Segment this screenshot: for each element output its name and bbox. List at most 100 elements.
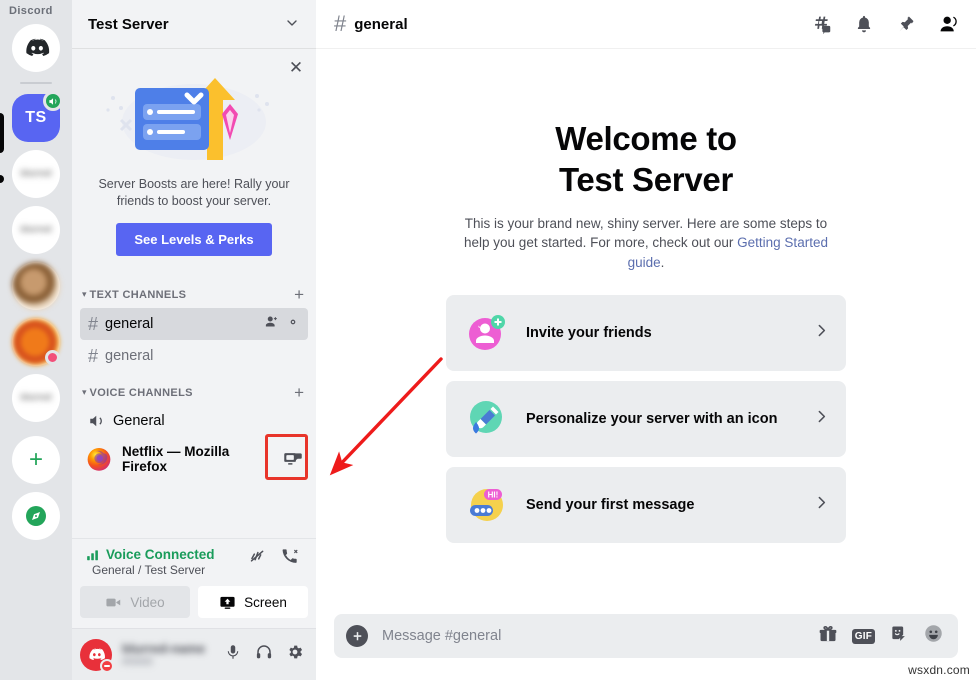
sidebar-item-server-3[interactable]: blurred <box>12 206 60 254</box>
user-discriminator: #0000 <box>122 656 153 668</box>
hash-icon: # <box>88 314 99 334</box>
channel-name: General <box>113 413 165 429</box>
chevron-down-icon <box>284 15 300 34</box>
paintbrush-icon <box>466 398 508 440</box>
sticker-icon[interactable] <box>889 624 909 649</box>
gift-icon[interactable] <box>818 624 838 649</box>
voice-connected-panel: Voice Connected General / Test Server Vi… <box>72 538 316 628</box>
user-account-panel: blurred-name #0000 <box>72 628 316 680</box>
members-icon[interactable] <box>938 13 960 35</box>
emoji-icon[interactable] <box>923 623 944 649</box>
dnd-status-icon <box>100 658 114 673</box>
channel-name: general <box>105 316 154 332</box>
chevron-down-icon: ▾ <box>82 387 87 397</box>
pin-icon[interactable] <box>896 14 916 34</box>
send-first-message-card[interactable]: HI! Send your first message <box>446 466 846 543</box>
gif-picker-button[interactable]: GIF <box>851 628 875 644</box>
message-input[interactable] <box>382 628 804 644</box>
invite-friends-card[interactable]: Invite your friends <box>446 294 846 371</box>
chevron-right-icon <box>813 408 830 430</box>
voice-active-badge <box>43 91 63 111</box>
message-input-container: GIF <box>334 614 958 658</box>
hash-icon: # <box>88 346 99 366</box>
signal-bars-icon <box>87 549 98 560</box>
sidebar-item-server-4[interactable] <box>12 262 60 310</box>
chevron-right-icon <box>813 322 830 344</box>
chevron-down-icon: ▾ <box>82 289 87 299</box>
unread-server-indicator <box>0 175 4 183</box>
voice-status-line: Voice Connected <box>86 547 215 562</box>
active-server-indicator <box>0 113 4 153</box>
user-control-icons <box>224 643 308 666</box>
noise-suppression-icon[interactable] <box>248 547 267 571</box>
voice-channel-location: General / Test Server <box>92 563 206 577</box>
plus-icon <box>353 631 361 640</box>
category-text-channels[interactable]: ▾ TEXT CHANNELS + <box>72 274 316 307</box>
video-camera-icon <box>106 598 121 606</box>
video-button[interactable]: Video <box>80 586 190 618</box>
server-rail: TS blurred blurred blurred + <box>0 0 72 680</box>
compass-icon <box>26 506 46 526</box>
category-label-group: ▾ TEXT CHANNELS <box>82 289 186 301</box>
see-levels-and-perks-button[interactable]: See Levels & Perks <box>116 223 272 256</box>
welcome-heading: Welcome to Test Server <box>555 119 737 200</box>
threads-icon[interactable] <box>811 14 832 35</box>
server-home-button[interactable] <box>12 24 60 72</box>
channel-list: ▾ TEXT CHANNELS + # general # general ▾ … <box>72 266 316 538</box>
channel-item-general-voice[interactable]: General <box>80 406 308 436</box>
close-promo-button[interactable]: ✕ <box>286 58 306 78</box>
personalize-server-card[interactable]: Personalize your server with an icon <box>446 380 846 457</box>
explore-servers-button[interactable] <box>12 492 60 540</box>
screen-share-button[interactable] <box>280 445 306 473</box>
card-label: Personalize your server with an icon <box>526 410 778 427</box>
add-text-channel-button[interactable]: + <box>294 286 308 303</box>
voice-status-block: Voice Connected General / Test Server <box>86 547 215 577</box>
bell-icon[interactable] <box>854 14 874 34</box>
add-server-button[interactable]: + <box>12 436 60 484</box>
channel-hover-actions <box>264 314 300 334</box>
channel-settings-gear-icon[interactable] <box>286 315 300 334</box>
voice-status-row: Voice Connected General / Test Server <box>80 547 308 577</box>
streaming-app-row: Netflix — Mozilla Firefox <box>72 434 316 484</box>
channel-name: general <box>105 348 154 364</box>
promo-text: Server Boosts are here! Rally your frien… <box>98 177 290 208</box>
disconnect-call-icon[interactable] <box>281 547 300 571</box>
sidebar-item-server-6[interactable]: blurred <box>12 374 60 422</box>
server-2-avatar: blurred <box>20 168 52 179</box>
add-voice-channel-button[interactable]: + <box>294 384 308 401</box>
plus-icon: + <box>28 446 43 473</box>
speaker-icon <box>88 412 106 430</box>
voice-buttons-row: Video Screen <box>80 586 308 618</box>
discord-logo-icon <box>26 38 50 57</box>
user-settings-gear-icon[interactable] <box>286 643 304 666</box>
username: blurred-name <box>122 641 206 656</box>
server-name: Test Server <box>88 15 169 33</box>
main-content: # general Welcome to Test Server This is… <box>316 0 976 680</box>
category-name: VOICE CHANNELS <box>89 386 193 399</box>
discord-window: Discord wsxdn.com TS blurred blurred blu… <box>0 0 976 680</box>
server-header-dropdown[interactable]: Test Server <box>72 0 316 48</box>
sidebar-item-server-5[interactable] <box>12 318 60 366</box>
invite-member-icon[interactable] <box>264 314 279 334</box>
user-meta: blurred-name #0000 <box>120 641 216 668</box>
svg-text:HI!: HI! <box>488 490 499 499</box>
headphones-icon[interactable] <box>255 643 273 666</box>
discord-wordmark: Discord <box>9 5 53 17</box>
category-voice-channels[interactable]: ▾ VOICE CHANNELS + <box>72 372 316 405</box>
server-5-status-dot <box>45 350 60 365</box>
firefox-icon <box>87 448 111 471</box>
avatar[interactable] <box>80 638 114 673</box>
screen-share-toggle-button[interactable]: Screen <box>198 586 308 618</box>
sidebar-item-server-2[interactable]: blurred <box>12 150 60 198</box>
description-suffix: . <box>660 255 665 271</box>
topbar-icons <box>811 13 960 35</box>
channel-topbar: # general <box>316 0 976 48</box>
channel-item-general-text-active[interactable]: # general <box>80 308 308 340</box>
boost-illustration <box>82 56 306 174</box>
invite-friends-icon <box>466 312 508 354</box>
welcome-screen: Welcome to Test Server This is your bran… <box>316 48 976 614</box>
channel-item-general-text-2[interactable]: # general <box>80 341 308 371</box>
sidebar-item-test-server[interactable]: TS <box>12 91 63 142</box>
attach-file-button[interactable] <box>346 625 368 647</box>
microphone-icon[interactable] <box>224 643 242 666</box>
